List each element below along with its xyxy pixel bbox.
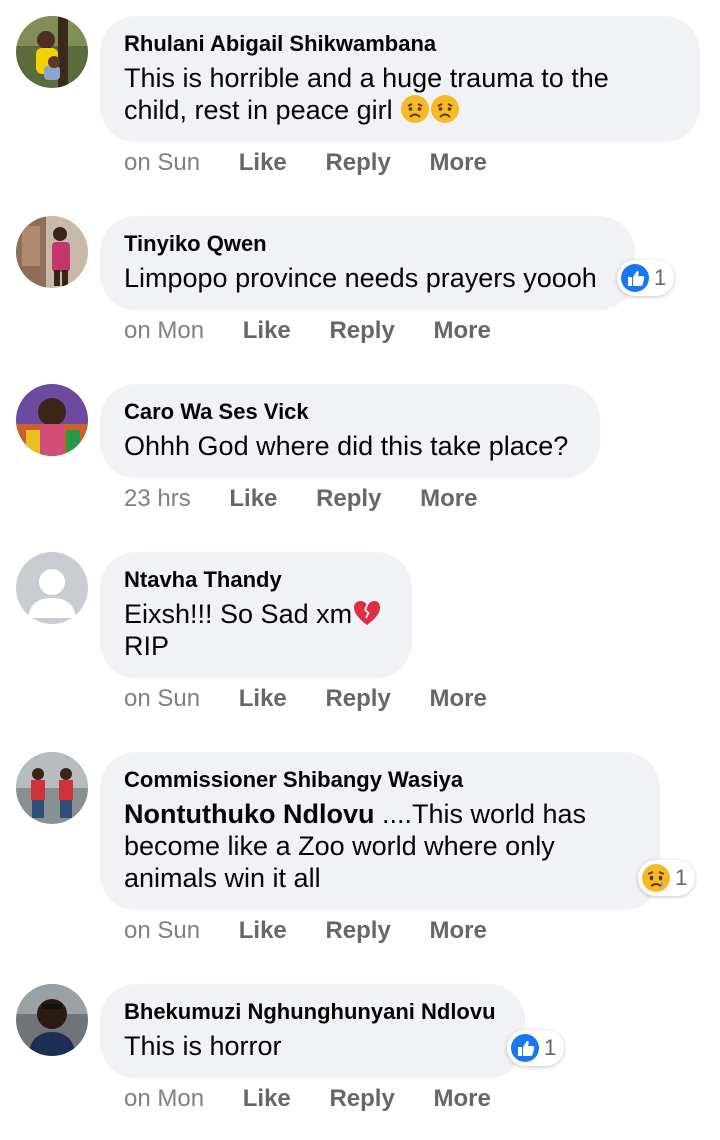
comment-body: Limpopo province needs prayers yoooh — [124, 263, 597, 293]
reaction-count-label: 1 — [544, 1035, 557, 1060]
comment-timestamp[interactable]: 23 hrs — [124, 484, 191, 514]
avatar-placeholder[interactable] — [16, 552, 88, 624]
reply-button[interactable]: Reply — [325, 148, 390, 178]
comment-bubble: Rhulani Abigail Shikwambana This is horr… — [100, 16, 700, 142]
comment-text: Eixsh!!! So Sad xm RIP — [124, 598, 388, 662]
comment-text: Nontuthuko Ndlovu ....This world has bec… — [124, 798, 636, 894]
reply-button[interactable]: Reply — [316, 484, 381, 514]
more-button[interactable]: More — [433, 316, 490, 346]
comment-author[interactable]: Rhulani Abigail Shikwambana — [124, 30, 676, 58]
like-button[interactable]: Like — [239, 684, 287, 714]
like-icon — [620, 263, 650, 293]
comment-actions: on Sun Like Reply More — [124, 684, 487, 714]
reply-button[interactable]: Reply — [325, 684, 390, 714]
avatar[interactable] — [16, 984, 88, 1056]
comment-author[interactable]: Bhekumuzi Nghunghunyani Ndlovu — [124, 998, 501, 1026]
comment-actions: on Sun Like Reply More — [124, 916, 487, 946]
comment-author[interactable]: Tinyiko Qwen — [124, 230, 611, 258]
comment-bubble: Commissioner Shibangy Wasiya Nontuthuko … — [100, 752, 660, 910]
comment-timestamp[interactable]: on Sun — [124, 148, 200, 178]
broken-heart-emoji — [352, 598, 382, 628]
more-button[interactable]: More — [429, 916, 486, 946]
comment-body: This is horror — [124, 1031, 282, 1061]
comment-actions: on Sun Like Reply More — [124, 148, 487, 178]
mention-link[interactable]: Nontuthuko Ndlovu — [124, 799, 374, 829]
reaction-count[interactable]: 1 — [507, 1030, 565, 1066]
comment-author[interactable]: Caro Wa Ses Vick — [124, 398, 576, 426]
comment-actions: on Mon Like Reply More — [124, 1084, 491, 1114]
reaction-count-label: 1 — [675, 865, 688, 890]
avatar[interactable] — [16, 216, 88, 288]
comment-body-line2: RIP — [124, 631, 170, 661]
avatar[interactable] — [16, 16, 88, 88]
comment-timestamp[interactable]: on Mon — [124, 316, 204, 346]
comment-bubble: Tinyiko Qwen Limpopo province needs pray… — [100, 216, 635, 310]
comment-author[interactable]: Commissioner Shibangy Wasiya — [124, 766, 636, 794]
comment-timestamp[interactable]: on Mon — [124, 1084, 204, 1114]
sad-face-emoji — [400, 94, 430, 124]
more-button[interactable]: More — [420, 484, 477, 514]
comment-bubble: Bhekumuzi Nghunghunyani Ndlovu This is h… — [100, 984, 525, 1078]
reply-button[interactable]: Reply — [329, 316, 394, 346]
like-button[interactable]: Like — [229, 484, 277, 514]
like-icon — [510, 1033, 540, 1063]
reaction-count-label: 1 — [654, 265, 667, 290]
avatar[interactable] — [16, 384, 88, 456]
more-button[interactable]: More — [429, 148, 486, 178]
comment-body: Eixsh!!! So Sad xm — [124, 599, 353, 629]
comment-text: This is horrible and a huge trauma to th… — [124, 62, 676, 126]
more-button[interactable]: More — [429, 684, 486, 714]
sad-face-emoji — [430, 94, 460, 124]
like-button[interactable]: Like — [239, 148, 287, 178]
comment-bubble: Caro Wa Ses Vick Ohhh God where did this… — [100, 384, 600, 478]
like-button[interactable]: Like — [243, 1084, 291, 1114]
comment-body: This is horrible and a huge trauma to th… — [124, 63, 609, 125]
more-button[interactable]: More — [433, 1084, 490, 1114]
reaction-count[interactable]: 1 — [617, 260, 675, 296]
comment-body: Ohhh God where did this take place? — [124, 431, 569, 461]
reply-button[interactable]: Reply — [325, 916, 390, 946]
reaction-count[interactable]: 1 — [638, 860, 696, 896]
comment-timestamp[interactable]: on Sun — [124, 916, 200, 946]
comment-actions: 23 hrs Like Reply More — [124, 484, 477, 514]
comment-bubble: Ntavha Thandy Eixsh!!! So Sad xm RIP — [100, 552, 412, 678]
sad-reaction-icon — [641, 863, 671, 893]
comment-author[interactable]: Ntavha Thandy — [124, 566, 388, 594]
like-button[interactable]: Like — [239, 916, 287, 946]
comment-timestamp[interactable]: on Sun — [124, 684, 200, 714]
like-button[interactable]: Like — [243, 316, 291, 346]
comment-actions: on Mon Like Reply More — [124, 316, 491, 346]
reply-button[interactable]: Reply — [329, 1084, 394, 1114]
avatar[interactable] — [16, 752, 88, 824]
